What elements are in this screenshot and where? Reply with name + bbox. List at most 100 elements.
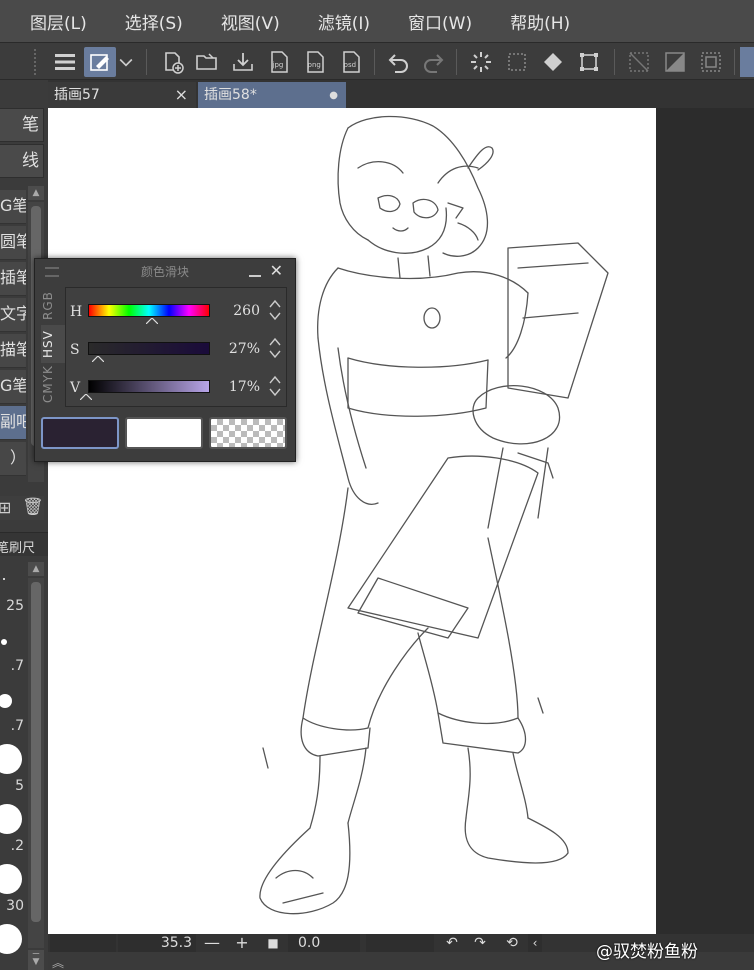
- add-subtool-icon[interactable]: ⊞: [0, 498, 11, 517]
- subtool-item[interactable]: 插笔: [0, 262, 26, 296]
- hue-value[interactable]: 260: [233, 303, 260, 319]
- rotation-value[interactable]: 0.0: [288, 934, 360, 952]
- chevron-up-icon[interactable]: ︽: [52, 954, 68, 970]
- hamburger-menu-icon[interactable]: [50, 47, 80, 77]
- saturation-value[interactable]: 27%: [229, 341, 260, 357]
- stepper-icon[interactable]: [268, 336, 282, 360]
- redo-icon[interactable]: [418, 47, 448, 77]
- drawing-canvas[interactable]: [48, 108, 656, 934]
- brush-size-value[interactable]: .7: [0, 658, 24, 674]
- export-psd-icon[interactable]: psd: [336, 47, 366, 77]
- value-value[interactable]: 17%: [229, 379, 260, 395]
- export-jpg-icon[interactable]: jpg: [264, 47, 294, 77]
- subtool-item-selected[interactable]: 副吧: [0, 406, 26, 440]
- menu-bar: 图层(L) 选择(S) 视图(V) 滤镜(I) 窗口(W) 帮助(H): [0, 0, 754, 42]
- chevron-down-icon[interactable]: [116, 47, 136, 77]
- menu-view[interactable]: 视图(V): [221, 9, 280, 34]
- slider-caret-icon[interactable]: [146, 318, 158, 324]
- scroll-up-icon[interactable]: ▲: [28, 562, 44, 576]
- subtool-item[interactable]: 圆笔: [0, 226, 26, 260]
- main-color-swatch[interactable]: [41, 417, 119, 449]
- brush-size-preview[interactable]: [0, 924, 22, 954]
- save-icon[interactable]: [228, 47, 258, 77]
- close-icon[interactable]: ✕: [270, 261, 283, 280]
- fill-icon[interactable]: [538, 47, 568, 77]
- subtool-item[interactable]: 描笔: [0, 334, 26, 368]
- toolbar-grip[interactable]: [34, 49, 40, 75]
- brush-size-preview[interactable]: [3, 578, 5, 580]
- hue-slider[interactable]: [88, 304, 210, 317]
- close-icon[interactable]: ×: [175, 82, 188, 108]
- overflow-toolbar-icon[interactable]: [740, 47, 754, 77]
- navigator-preview[interactable]: [50, 934, 116, 952]
- reset-rotation-icon[interactable]: ⟲: [504, 934, 520, 952]
- tool-line-button[interactable]: 线: [0, 144, 44, 178]
- slider-group: H 260 S 27% V 17%: [65, 287, 287, 407]
- stepper-icon[interactable]: [268, 298, 282, 322]
- transform-icon[interactable]: [574, 47, 604, 77]
- open-folder-icon[interactable]: [192, 47, 222, 77]
- brush-size-value[interactable]: 25: [0, 598, 24, 614]
- brush-size-value[interactable]: 30: [0, 898, 24, 914]
- tab-illustration-58[interactable]: 插画58* ●: [198, 82, 346, 108]
- invert-selection-icon[interactable]: [660, 47, 690, 77]
- rotate-left-icon[interactable]: ↶: [444, 934, 460, 952]
- svg-text:png: png: [308, 61, 321, 69]
- trash-icon[interactable]: 🗑: [22, 497, 44, 517]
- saturation-slider[interactable]: [88, 342, 210, 355]
- subtool-item[interactable]: G笔: [0, 370, 26, 404]
- brush-size-preview[interactable]: [0, 864, 22, 894]
- brush-size-preview[interactable]: [0, 744, 22, 774]
- zoom-value[interactable]: 35.3: [118, 934, 196, 952]
- brush-size-value[interactable]: .2: [0, 838, 24, 854]
- scroll-up-icon[interactable]: ▲: [28, 186, 44, 200]
- menu-layer[interactable]: 图层(L): [30, 9, 87, 34]
- eyedropper-icon[interactable]: [84, 47, 116, 77]
- tab-hsv[interactable]: HSV: [41, 325, 65, 363]
- stop-icon[interactable]: ■: [266, 934, 280, 952]
- brush-size-preview[interactable]: [1, 639, 7, 645]
- transparent-color-swatch[interactable]: [209, 417, 287, 449]
- value-slider[interactable]: [88, 380, 210, 393]
- rotation-slider[interactable]: [366, 934, 434, 952]
- zoom-out-icon[interactable]: —: [204, 934, 220, 952]
- expand-selection-icon[interactable]: [696, 47, 726, 77]
- slider-caret-icon[interactable]: [92, 356, 104, 362]
- zoom-in-icon[interactable]: +: [234, 934, 250, 952]
- selection-marquee-icon[interactable]: [502, 47, 532, 77]
- tab-rgb[interactable]: RGB: [41, 287, 65, 325]
- brush-size-preview[interactable]: [0, 804, 22, 834]
- subtool-item[interactable]: ）: [0, 442, 26, 476]
- clear-selection-icon[interactable]: [624, 47, 654, 77]
- tab-cmyk[interactable]: CMYK: [41, 363, 65, 405]
- hue-slider-row: H 260: [66, 292, 288, 330]
- scroll-down-icon[interactable]: ▼: [28, 954, 44, 970]
- line-art-illustration: [259, 115, 609, 915]
- command-bar: jpg png psd: [0, 42, 754, 80]
- unsaved-dot-icon[interactable]: ●: [329, 83, 338, 109]
- menu-window[interactable]: 窗口(W): [408, 9, 472, 34]
- tab-illustration-57[interactable]: 插画57 ×: [48, 82, 196, 108]
- sub-color-swatch[interactable]: [125, 417, 203, 449]
- tool-pen-button[interactable]: 笔: [0, 108, 44, 142]
- brush-size-value[interactable]: 5: [0, 778, 24, 794]
- brush-size-scrollbar[interactable]: [28, 578, 44, 948]
- slider-caret-icon[interactable]: [80, 394, 92, 400]
- subtool-item[interactable]: G笔: [0, 190, 26, 224]
- menu-select[interactable]: 选择(S): [125, 9, 183, 34]
- export-png-icon[interactable]: png: [300, 47, 330, 77]
- color-slider-panel: 颜色滑块 ✕ RGB HSV CMYK H 260 S 27% V 17%: [34, 258, 296, 462]
- menu-filter[interactable]: 滤镜(I): [318, 9, 370, 34]
- chevron-left-icon[interactable]: ‹: [528, 934, 542, 952]
- minimize-icon[interactable]: [249, 265, 261, 277]
- stepper-icon[interactable]: [268, 374, 282, 398]
- brush-size-preview[interactable]: [0, 694, 12, 708]
- rotate-right-icon[interactable]: ↷: [472, 934, 488, 952]
- brush-size-value[interactable]: .7: [0, 718, 24, 734]
- new-canvas-icon[interactable]: [158, 47, 188, 77]
- loading-spinner-icon[interactable]: [466, 47, 496, 77]
- undo-icon[interactable]: [384, 47, 414, 77]
- menu-help[interactable]: 帮助(H): [510, 9, 570, 34]
- subtool-item[interactable]: 文字: [0, 298, 26, 332]
- tab-label: 插画58*: [204, 87, 257, 103]
